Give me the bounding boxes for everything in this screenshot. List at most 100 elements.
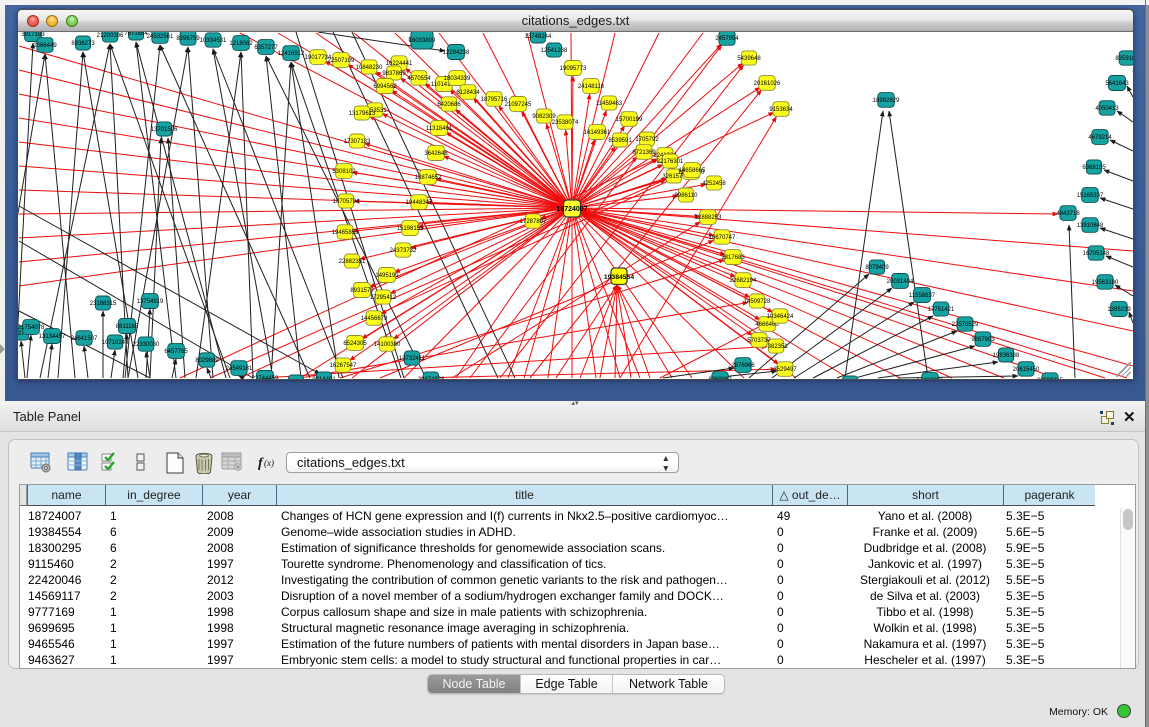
- svg-text:22744459: 22744459: [252, 376, 279, 379]
- svg-text:8811165: 8811165: [116, 324, 139, 330]
- svg-text:18034339: 18034339: [444, 76, 471, 82]
- svg-text:6357277: 6357277: [254, 45, 278, 51]
- svg-text:4050413: 4050413: [1095, 106, 1119, 112]
- svg-text:8931579: 8931579: [350, 288, 374, 294]
- svg-text:6420686: 6420686: [437, 102, 461, 108]
- svg-text:8986110: 8986110: [675, 193, 699, 199]
- svg-text:19095773: 19095773: [560, 66, 587, 72]
- svg-text:12416912: 12416912: [278, 51, 305, 57]
- svg-text:6457765: 6457765: [164, 349, 188, 355]
- svg-text:22330030: 22330030: [133, 342, 160, 348]
- svg-text:6994562: 6994562: [373, 84, 397, 90]
- svg-text:18992829: 18992829: [873, 98, 900, 104]
- svg-text:6524305: 6524305: [343, 341, 367, 347]
- svg-text:8369062: 8369062: [708, 377, 732, 379]
- svg-text:4679214: 4679214: [1088, 135, 1112, 141]
- svg-text:9153634: 9153634: [769, 107, 793, 113]
- svg-text:9837869: 9837869: [382, 71, 406, 77]
- svg-text:12541238: 12541238: [541, 48, 568, 54]
- svg-text:3529497: 3529497: [773, 367, 797, 373]
- svg-text:17295412: 17295412: [370, 295, 397, 301]
- svg-text:9214491: 9214491: [312, 377, 336, 379]
- svg-text:16670747: 16670747: [709, 235, 736, 241]
- svg-text:4570554: 4570554: [407, 76, 431, 82]
- svg-text:20580115: 20580115: [1037, 378, 1064, 379]
- svg-text:6128434: 6128434: [456, 90, 480, 96]
- svg-text:2066449: 2066449: [33, 43, 57, 49]
- svg-text:18724007: 18724007: [556, 206, 587, 213]
- svg-text:22570529: 22570529: [952, 322, 979, 328]
- svg-text:22474828: 22474828: [418, 377, 445, 379]
- svg-text:15700199: 15700199: [616, 117, 643, 123]
- svg-text:22507109: 22507109: [328, 58, 355, 64]
- svg-text:13748244: 13748244: [525, 34, 552, 40]
- svg-text:6368105: 6368105: [1082, 165, 1106, 171]
- svg-text:4252458: 4252458: [702, 181, 726, 187]
- svg-text:10848230: 10848230: [356, 65, 383, 71]
- svg-text:2457954: 2457954: [715, 36, 739, 42]
- svg-text:15165337: 15165337: [1077, 193, 1104, 199]
- svg-text:10346424: 10346424: [767, 314, 794, 320]
- svg-text:22882351: 22882351: [339, 259, 366, 265]
- svg-text:24373732: 24373732: [390, 248, 417, 254]
- svg-text:13754919: 13754919: [137, 299, 164, 305]
- svg-text:17287807: 17287807: [520, 219, 547, 225]
- svg-text:22176301: 22176301: [657, 159, 684, 165]
- svg-text:8359183: 8359183: [1115, 56, 1133, 62]
- svg-text:2817683: 2817683: [721, 255, 745, 261]
- svg-text:15198153: 15198153: [397, 226, 424, 232]
- svg-text:8079409: 8079409: [865, 265, 889, 271]
- svg-text:1385239: 1385239: [1107, 307, 1131, 313]
- svg-text:19563180: 19563180: [1092, 280, 1119, 286]
- svg-text:19465853: 19465853: [332, 230, 359, 236]
- svg-text:23538074: 23538074: [552, 120, 579, 126]
- svg-text:14509728: 14509728: [744, 299, 771, 305]
- svg-text:5641643: 5641643: [1105, 81, 1129, 87]
- svg-text:8336273: 8336273: [71, 41, 95, 47]
- svg-text:1218062: 1218062: [229, 41, 253, 47]
- svg-text:1495191: 1495191: [375, 273, 399, 279]
- svg-text:5308102: 5308102: [332, 169, 356, 175]
- svg-text:5439648: 5439648: [737, 56, 761, 62]
- svg-text:19448347: 19448347: [406, 200, 433, 206]
- svg-text:16267547: 16267547: [330, 363, 357, 369]
- svg-text:19384554: 19384554: [604, 274, 634, 281]
- svg-text:2876966: 2876966: [731, 363, 755, 369]
- svg-text:8396759: 8396759: [176, 36, 200, 42]
- svg-text:7671884: 7671884: [124, 32, 148, 37]
- svg-text:21754078: 21754078: [18, 325, 45, 331]
- svg-text:16033809: 16033809: [409, 38, 436, 44]
- svg-text:14100380: 14100380: [374, 342, 401, 348]
- svg-text:17307133: 17307133: [344, 139, 371, 145]
- svg-text:8029889: 8029889: [195, 358, 219, 364]
- svg-text:11558837: 11558837: [909, 293, 936, 299]
- svg-text:14460856: 14460856: [917, 378, 944, 379]
- svg-text:8539591: 8539591: [608, 138, 632, 144]
- svg-text:13701506: 13701506: [151, 127, 178, 133]
- svg-text:1705792: 1705792: [635, 137, 659, 143]
- svg-text:24148116: 24148116: [578, 84, 605, 90]
- svg-text:19836388: 19836388: [993, 353, 1020, 359]
- svg-text:11318461: 11318461: [426, 126, 453, 132]
- svg-text:11459463: 11459463: [596, 101, 623, 107]
- svg-text:14456679: 14456679: [361, 316, 388, 322]
- svg-text:13732411: 13732411: [399, 356, 426, 362]
- svg-text:12294238: 12294238: [443, 50, 470, 56]
- svg-text:22682194: 22682194: [730, 278, 757, 284]
- svg-text:13910648: 13910648: [1077, 223, 1104, 229]
- svg-text:20161026: 20161026: [754, 81, 781, 87]
- svg-text:20615450: 20615450: [1013, 367, 1040, 373]
- svg-text:10334531: 10334531: [200, 38, 227, 44]
- svg-text:10710248: 10710248: [102, 340, 129, 346]
- svg-text:16705148: 16705148: [1083, 251, 1110, 257]
- svg-text:20031404: 20031404: [887, 279, 914, 285]
- svg-text:4843718: 4843718: [1056, 211, 1080, 217]
- svg-text:18705794: 18705794: [333, 199, 360, 205]
- svg-text:21200396: 21200396: [97, 33, 124, 39]
- svg-text:21097245: 21097245: [505, 102, 532, 108]
- svg-text:(x): (x): [264, 458, 274, 468]
- svg-text:14658665: 14658665: [679, 168, 706, 174]
- svg-text:3642648: 3642648: [424, 151, 448, 157]
- svg-text:18874652: 18874652: [415, 175, 442, 181]
- svg-text:23188315: 23188315: [90, 301, 117, 307]
